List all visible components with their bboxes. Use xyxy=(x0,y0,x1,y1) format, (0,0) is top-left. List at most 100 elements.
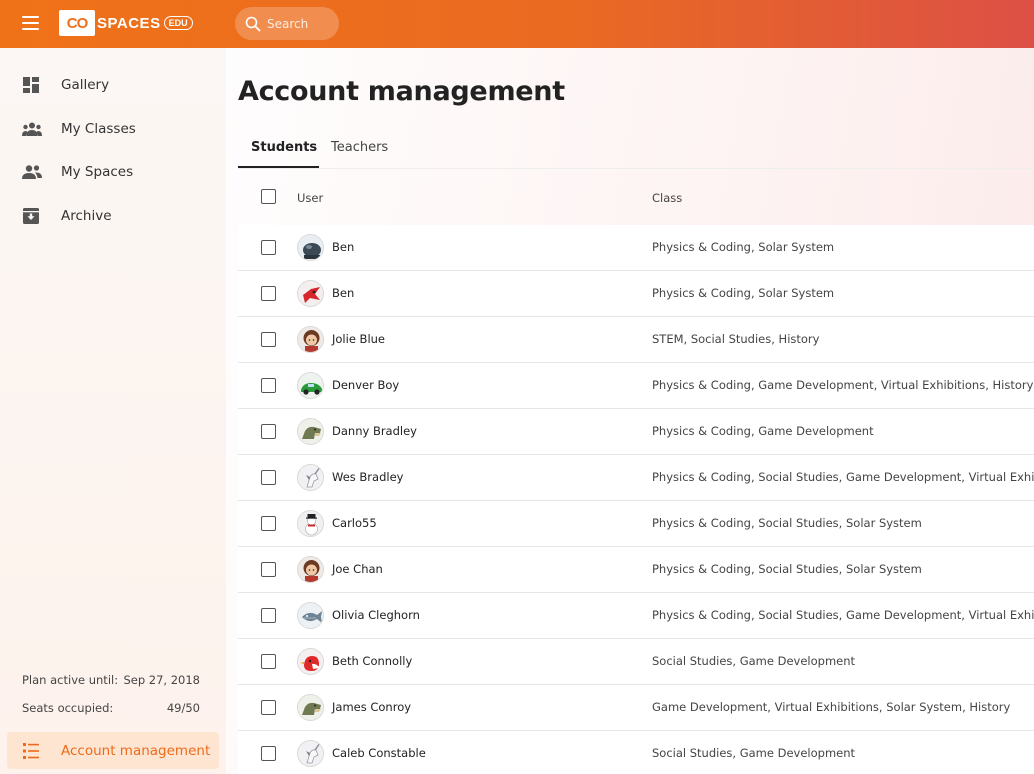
plan-value: Sep 27, 2018 xyxy=(123,673,200,687)
seats-label: Seats occupied: xyxy=(22,701,114,715)
column-header-user: User xyxy=(297,191,324,205)
menu-icon[interactable] xyxy=(22,16,39,30)
class-list: Physics & Coding, Solar System xyxy=(652,286,835,300)
logo-text: SPACES xyxy=(97,14,161,32)
main-content: Account management Students Teachers Use… xyxy=(226,48,1034,774)
class-list: STEM, Social Studies, History xyxy=(652,332,820,346)
row-checkbox[interactable] xyxy=(261,516,276,531)
sidebar-item-my-spaces[interactable]: My Spaces xyxy=(0,156,226,188)
class-list: Physics & Coding, Social Studies, Solar … xyxy=(652,562,922,576)
table-header: User Class xyxy=(238,169,1034,225)
class-list: Physics & Coding, Solar System xyxy=(652,240,835,254)
table-row[interactable]: Joe Chan Physics & Coding, Social Studies… xyxy=(238,547,1034,593)
avatar xyxy=(297,648,324,675)
user-name: Wes Bradley xyxy=(332,470,404,484)
plan-info: Plan active until: Sep 27, 2018 xyxy=(22,673,200,687)
class-list: Physics & Coding, Social Studies, Solar … xyxy=(652,516,922,530)
avatar xyxy=(297,464,324,491)
avatar xyxy=(297,280,324,307)
avatar xyxy=(297,602,324,629)
logo-box: CO xyxy=(59,10,95,36)
table-row[interactable]: Wes Bradley Physics & Coding, Social Stud… xyxy=(238,455,1034,501)
column-header-class: Class xyxy=(652,191,683,205)
sidebar-item-label: My Classes xyxy=(61,121,136,137)
select-all-checkbox[interactable] xyxy=(261,189,276,204)
user-name: Ben xyxy=(332,286,355,300)
logo-edu-badge: EDU xyxy=(163,16,193,30)
sidebar-item-label: My Spaces xyxy=(61,164,134,180)
user-name: Danny Bradley xyxy=(332,424,417,438)
class-list: Game Development, Virtual Exhibitions, S… xyxy=(652,700,1011,714)
avatar xyxy=(297,234,324,261)
user-name: Denver Boy xyxy=(332,378,400,392)
table-row[interactable]: Denver Boy Physics & Coding, Game Develop… xyxy=(238,363,1034,409)
class-list: Social Studies, Game Development xyxy=(652,746,856,760)
row-checkbox[interactable] xyxy=(261,700,276,715)
class-list: Social Studies, Game Development xyxy=(652,654,856,668)
row-checkbox[interactable] xyxy=(261,608,276,623)
seats-info: Seats occupied: 49/50 xyxy=(22,701,200,715)
avatar xyxy=(297,372,324,399)
avatar xyxy=(297,510,324,537)
user-name: Jolie Blue xyxy=(332,332,385,346)
user-name: Caleb Constable xyxy=(332,746,426,760)
grid-icon xyxy=(22,76,40,94)
avatar xyxy=(297,326,324,353)
page-title: Account management xyxy=(238,76,565,107)
sidebar-item-label: Archive xyxy=(61,208,112,224)
seats-value: 49/50 xyxy=(166,701,200,715)
cospaces-logo[interactable]: CO SPACES EDU xyxy=(59,10,193,36)
table-row[interactable]: Beth Connolly Social Studies, Game Develo… xyxy=(238,639,1034,685)
row-checkbox[interactable] xyxy=(261,286,276,301)
class-list: Physics & Coding, Social Studies, Game D… xyxy=(652,608,1034,622)
top-bar: CO SPACES EDU xyxy=(0,0,1034,48)
table-row[interactable]: James Conroy Game Development, Virtual Ex… xyxy=(238,685,1034,731)
user-name: Olivia Cleghorn xyxy=(332,608,420,622)
row-checkbox[interactable] xyxy=(261,562,276,577)
row-checkbox[interactable] xyxy=(261,746,276,761)
plan-label: Plan active until: xyxy=(22,673,119,687)
class-list: Physics & Coding, Game Development xyxy=(652,424,874,438)
user-name: Joe Chan xyxy=(332,562,383,576)
sidebar-item-archive[interactable]: Archive xyxy=(0,200,226,232)
row-checkbox[interactable] xyxy=(261,470,276,485)
row-checkbox[interactable] xyxy=(261,332,276,347)
user-name: Beth Connolly xyxy=(332,654,413,668)
people-icon xyxy=(22,163,42,181)
sidebar-item-my-classes[interactable]: My Classes xyxy=(0,113,226,145)
sidebar-item-label: Account management xyxy=(61,742,211,759)
user-name: James Conroy xyxy=(332,700,412,714)
students-table: Ben Physics & Coding, Solar System Ben Phys… xyxy=(238,225,1034,774)
list-icon xyxy=(22,742,40,760)
user-name: Ben xyxy=(332,240,355,254)
search-box[interactable] xyxy=(235,7,339,40)
row-checkbox[interactable] xyxy=(261,654,276,669)
avatar xyxy=(297,694,324,721)
sidebar-item-gallery[interactable]: Gallery xyxy=(0,69,226,101)
avatar xyxy=(297,556,324,583)
row-checkbox[interactable] xyxy=(261,424,276,439)
table-row[interactable]: Caleb Constable Social Studies, Game Deve… xyxy=(238,731,1034,774)
sidebar-item-label: Gallery xyxy=(61,77,110,93)
row-checkbox[interactable] xyxy=(261,240,276,255)
class-list: Physics & Coding, Social Studies, Game D… xyxy=(652,470,1034,484)
avatar xyxy=(297,740,324,767)
search-icon xyxy=(245,16,261,31)
table-row[interactable]: Danny Bradley Physics & Coding, Game Deve… xyxy=(238,409,1034,455)
avatar xyxy=(297,418,324,445)
table-row[interactable]: Olivia Cleghorn Physics & Coding, Social … xyxy=(238,593,1034,639)
sidebar: Gallery My Classes My Spaces Archive Pla… xyxy=(0,48,226,774)
row-checkbox[interactable] xyxy=(261,378,276,393)
archive-icon xyxy=(22,207,40,225)
class-list: Physics & Coding, Game Development, Virt… xyxy=(652,378,1034,392)
user-name: Carlo55 xyxy=(332,516,377,530)
table-row[interactable]: Carlo55 Physics & Coding, Social Studies,… xyxy=(238,501,1034,547)
tab-teachers[interactable]: Teachers xyxy=(331,140,388,155)
group-icon xyxy=(22,120,42,138)
search-input[interactable] xyxy=(267,16,327,31)
table-row[interactable]: Ben Physics & Coding, Solar System xyxy=(238,225,1034,271)
tab-students[interactable]: Students xyxy=(251,140,317,155)
table-row[interactable]: Jolie Blue STEM, Social Studies, History xyxy=(238,317,1034,363)
table-row[interactable]: Ben Physics & Coding, Solar System xyxy=(238,271,1034,317)
sidebar-item-account-management[interactable]: Account management xyxy=(7,732,219,769)
